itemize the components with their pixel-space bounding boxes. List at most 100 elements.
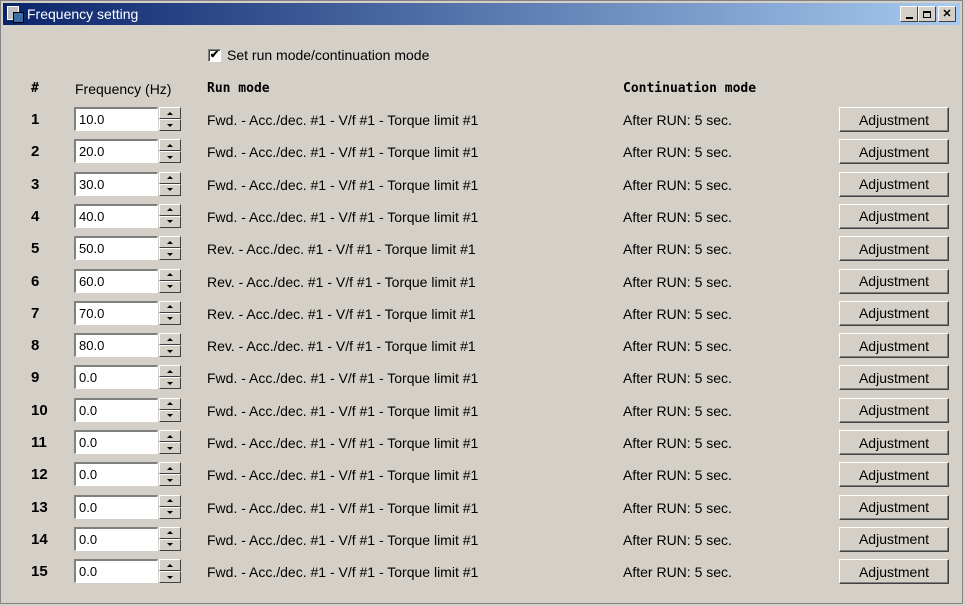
adjustment-button[interactable]: Adjustment: [839, 139, 949, 165]
spin-up-button[interactable]: [159, 107, 181, 119]
spin-down-button[interactable]: [159, 377, 181, 390]
checkmark-icon: ✔: [209, 48, 220, 61]
frequency-input[interactable]: [74, 526, 158, 551]
spin-up-button[interactable]: [159, 559, 181, 572]
arrow-down-icon: [167, 285, 173, 288]
adjustment-button[interactable]: Adjustment: [839, 462, 949, 488]
frequency-spinner[interactable]: [159, 526, 181, 551]
frequency-input[interactable]: [74, 559, 158, 584]
spin-down-button[interactable]: [159, 280, 181, 293]
table-row: 2 Fwd. - Acc./dec. #1 - V/f #1 - Torque l…: [1, 136, 964, 168]
adjustment-button[interactable]: Adjustment: [839, 526, 949, 552]
frequency-spinner[interactable]: [159, 365, 181, 390]
frequency-spinner[interactable]: [159, 107, 181, 131]
frequency-input[interactable]: [74, 268, 158, 293]
adjustment-button[interactable]: Adjustment: [839, 430, 949, 455]
continuation-mode-value: After RUN: 5 sec.: [623, 467, 732, 484]
adjustment-button[interactable]: Adjustment: [839, 559, 949, 585]
arrow-down-icon: [167, 575, 173, 579]
spin-up-button[interactable]: [159, 462, 181, 475]
frequency-input[interactable]: [74, 300, 158, 325]
frequency-input[interactable]: [74, 430, 158, 454]
spin-down-button[interactable]: [159, 215, 181, 228]
minimize-button[interactable]: [900, 6, 918, 22]
adjustment-button[interactable]: Adjustment: [839, 397, 949, 423]
run-mode-checkbox[interactable]: ✔: [208, 48, 221, 62]
adjustment-button[interactable]: Adjustment: [839, 171, 949, 197]
row-number: 13: [31, 498, 48, 516]
spin-down-button[interactable]: [159, 119, 181, 131]
spin-down-button[interactable]: [159, 538, 181, 551]
frequency-input[interactable]: [74, 397, 158, 422]
spin-down-button[interactable]: [159, 442, 181, 454]
spin-up-button[interactable]: [159, 365, 181, 378]
table-row: 5 Rev. - Acc./dec. #1 - V/f #1 - Torque l…: [1, 233, 964, 265]
frequency-spinner[interactable]: [159, 236, 181, 261]
run-mode-checkbox-row[interactable]: ✔ Set run mode/continuation mode: [208, 47, 429, 63]
spin-down-button[interactable]: [159, 345, 181, 358]
frequency-input[interactable]: [74, 365, 158, 390]
title-bar[interactable]: Frequency setting ✕: [3, 3, 960, 25]
checkbox-label[interactable]: Set run mode/continuation mode: [227, 47, 429, 63]
frequency-input[interactable]: [74, 139, 158, 164]
frequency-input[interactable]: [74, 462, 158, 487]
run-mode-value: Fwd. - Acc./dec. #1 - V/f #1 - Torque li…: [207, 435, 479, 451]
spin-up-button[interactable]: [159, 268, 181, 281]
frequency-spinner[interactable]: [159, 397, 181, 422]
adjustment-button[interactable]: Adjustment: [839, 365, 949, 391]
continuation-mode-value: After RUN: 5 sec.: [623, 241, 732, 258]
continuation-mode-value: After RUN: 5 sec.: [623, 305, 732, 322]
spin-up-button[interactable]: [159, 526, 181, 539]
arrow-up-icon: [167, 273, 173, 276]
frequency-spinner[interactable]: [159, 203, 181, 228]
arrow-up-icon: [167, 208, 173, 212]
frequency-spinner[interactable]: [159, 462, 181, 487]
frequency-spinner[interactable]: [159, 430, 181, 454]
frequency-spinner[interactable]: [159, 268, 181, 293]
frequency-spinner[interactable]: [159, 494, 181, 519]
adjustment-button[interactable]: Adjustment: [839, 300, 949, 326]
spin-down-button[interactable]: [159, 312, 181, 325]
adjustment-button[interactable]: Adjustment: [839, 107, 949, 132]
spin-up-button[interactable]: [159, 494, 181, 507]
spin-up-button[interactable]: [159, 397, 181, 410]
frequency-input[interactable]: [74, 171, 158, 196]
spin-down-button[interactable]: [159, 151, 181, 164]
adjustment-button[interactable]: Adjustment: [839, 236, 949, 262]
spin-down-button[interactable]: [159, 409, 181, 422]
frequency-spinner[interactable]: [159, 559, 181, 584]
spin-up-button[interactable]: [159, 203, 181, 216]
frequency-input[interactable]: [74, 494, 158, 519]
frequency-input[interactable]: [74, 107, 158, 131]
adjustment-button[interactable]: Adjustment: [839, 494, 949, 520]
spin-up-button[interactable]: [159, 236, 181, 249]
frequency-input[interactable]: [74, 333, 158, 358]
spin-down-button[interactable]: [159, 474, 181, 487]
spin-up-button[interactable]: [159, 333, 181, 346]
spin-up-button[interactable]: [159, 300, 181, 313]
frequency-spinner[interactable]: [159, 139, 181, 164]
spin-down-button[interactable]: [159, 183, 181, 196]
frequency-input[interactable]: [74, 203, 158, 228]
spin-down-button[interactable]: [159, 248, 181, 261]
run-mode-value: Fwd. - Acc./dec. #1 - V/f #1 - Torque li…: [207, 402, 479, 419]
frequency-input[interactable]: [74, 236, 158, 261]
adjustment-button[interactable]: Adjustment: [839, 333, 949, 359]
frequency-spinner[interactable]: [159, 333, 181, 358]
spin-up-button[interactable]: [159, 430, 181, 442]
adjustment-button[interactable]: Adjustment: [839, 268, 949, 294]
table-row: 13 Fwd. - Acc./dec. #1 - V/f #1 - Torque …: [1, 492, 964, 524]
maximize-button[interactable]: [918, 6, 936, 22]
frequency-spinner[interactable]: [159, 300, 181, 325]
close-button[interactable]: ✕: [938, 6, 956, 22]
spin-up-button[interactable]: [159, 171, 181, 184]
spin-up-button[interactable]: [159, 139, 181, 152]
arrow-up-icon: [167, 434, 173, 438]
row-number: 12: [31, 466, 48, 484]
app-icon[interactable]: [7, 6, 24, 23]
spin-down-button[interactable]: [159, 571, 181, 584]
spin-down-button[interactable]: [159, 506, 181, 519]
arrow-up-icon: [167, 369, 173, 373]
adjustment-button[interactable]: Adjustment: [839, 203, 949, 229]
frequency-spinner[interactable]: [159, 171, 181, 196]
